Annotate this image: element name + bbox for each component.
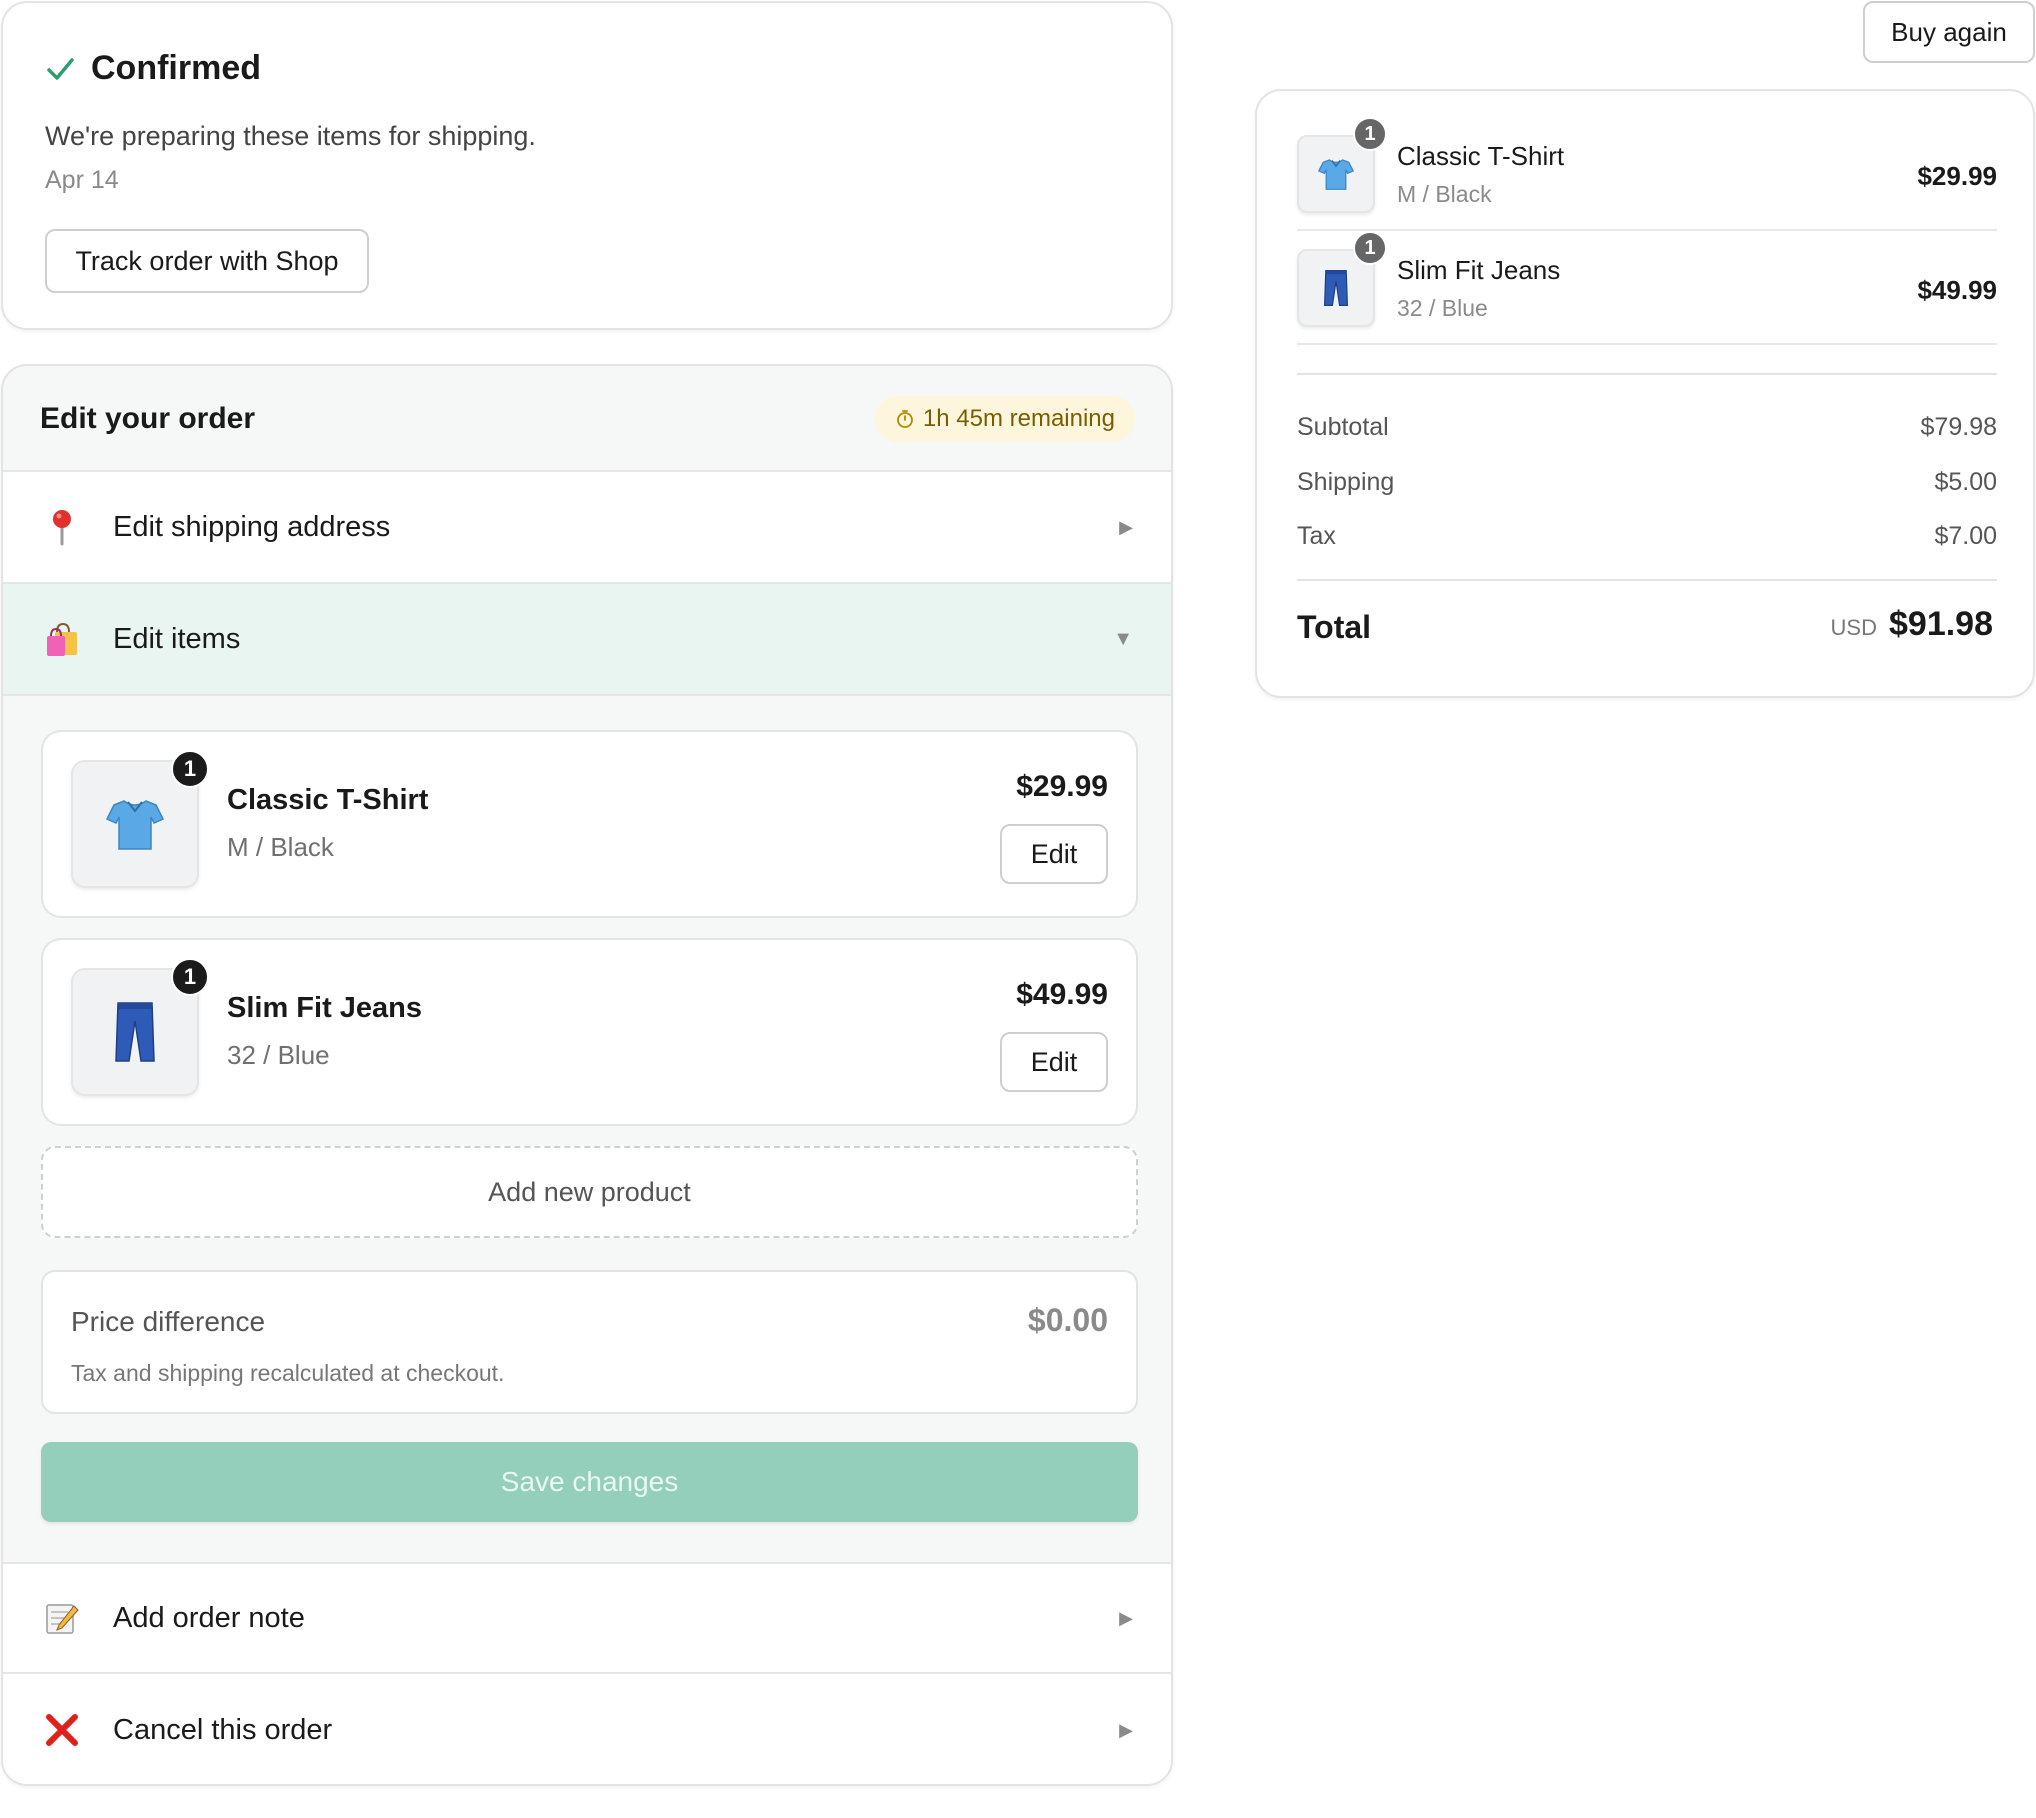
quantity-badge: 1 [171,958,209,996]
summary-item-variant: 32 / Blue [1397,295,1488,321]
item-variant: 32 / Blue [227,1040,330,1070]
item-price: $29.99 [1016,770,1108,803]
edit-order-card: Edit your order 1h 45m remaining Edit sh… [1,364,1173,1786]
tax-value: $7.00 [1934,522,1997,550]
summary-line-item: 1 Classic T-Shirt M / Black $29.99 [1297,117,1997,231]
status-title: Confirmed [91,49,261,87]
total-value: USD $91.98 [1831,605,1993,644]
tshirt-icon [1318,159,1354,190]
summary-line-item: 1 Slim Fit Jeans 32 / Blue $49.99 [1297,231,1997,345]
edit-shipping-address-row[interactable]: Edit shipping address ▶ [3,472,1171,584]
tshirt-icon [105,800,165,850]
shopping-bags-icon [43,620,81,658]
order-status-card: Confirmed We're preparing these items fo… [1,1,1173,330]
buy-again-button[interactable]: Buy again [1863,1,2035,63]
jeans-icon [115,1002,155,1062]
status-description: We're preparing these items for shipping… [45,121,536,151]
item-name: Classic T-Shirt [227,784,429,816]
tax-row: Tax $7.00 [1297,522,1997,551]
divider [1297,373,1997,375]
shipping-label: Shipping [1297,468,1395,496]
quantity-badge: 1 [1353,231,1387,265]
add-order-note-label: Add order note [113,1601,305,1634]
add-order-note-row[interactable]: Add order note ▶ [3,1562,1171,1674]
item-variant: M / Black [227,832,334,862]
quantity-badge: 1 [171,750,209,788]
time-remaining-badge: 1h 45m remaining [874,396,1135,442]
cancel-order-label: Cancel this order [113,1713,333,1746]
quantity-badge: 1 [1353,117,1387,151]
pin-icon [43,508,81,546]
edit-item-button[interactable]: Edit [1000,824,1108,884]
edit-items-label: Edit items [113,622,241,655]
subtotal-row: Subtotal $79.98 [1297,413,1997,442]
edit-order-title: Edit your order [40,402,256,435]
edit-items-row[interactable]: Edit items ▼ [3,584,1171,696]
caret-right-icon: ▶ [1119,1719,1133,1740]
tax-label: Tax [1297,522,1336,550]
add-new-product-button[interactable]: Add new product [41,1146,1138,1238]
caret-right-icon: ▶ [1119,516,1133,537]
item-name: Slim Fit Jeans [227,992,423,1024]
caret-right-icon: ▶ [1119,1607,1133,1628]
price-difference-label: Price difference [71,1306,266,1337]
cancel-order-row[interactable]: Cancel this order ▶ [3,1674,1171,1784]
caret-down-icon: ▼ [1113,627,1133,650]
summary-item-name: Classic T-Shirt [1397,141,1565,171]
save-changes-button[interactable]: Save changes [41,1442,1138,1522]
edit-item-button[interactable]: Edit [1000,1032,1108,1092]
line-item: 1 Classic T-Shirt M / Black $29.99 Edit [41,730,1138,918]
edit-shipping-address-label: Edit shipping address [113,510,391,543]
price-difference-panel: Price difference $0.00 Tax and shipping … [41,1270,1138,1414]
summary-item-variant: M / Black [1397,181,1492,207]
checkmark-icon [47,57,74,80]
track-order-button[interactable]: Track order with Shop [45,229,369,293]
total-label: Total [1297,609,1372,645]
item-price: $49.99 [1016,978,1108,1011]
order-summary-card: 1 Classic T-Shirt M / Black $29.99 1 Sli… [1255,89,2035,698]
summary-item-name: Slim Fit Jeans [1397,255,1561,285]
currency-code: USD [1830,615,1877,640]
edit-order-header: Edit your order 1h 45m remaining [3,366,1171,472]
status-heading: Confirmed [45,49,261,88]
line-item: 1 Slim Fit Jeans 32 / Blue $49.99 Edit [41,938,1138,1126]
jeans-icon [1323,270,1349,306]
memo-icon [43,1599,81,1637]
cross-mark-icon [43,1711,81,1749]
subtotal-label: Subtotal [1297,413,1389,441]
price-difference-value: $0.00 [1027,1302,1108,1338]
price-difference-note: Tax and shipping recalculated at checkou… [71,1360,505,1386]
total-amount: $91.98 [1889,605,1993,643]
divider [1297,579,1997,581]
shipping-value: $5.00 [1934,468,1997,496]
time-remaining-text: 1h 45m remaining [922,405,1115,432]
status-date: Apr 14 [45,166,119,194]
stopwatch-icon [896,410,913,428]
summary-item-price: $49.99 [1917,275,1997,305]
summary-item-price: $29.99 [1917,161,1997,191]
shipping-row: Shipping $5.00 [1297,468,1997,497]
subtotal-value: $79.98 [1920,413,1997,441]
